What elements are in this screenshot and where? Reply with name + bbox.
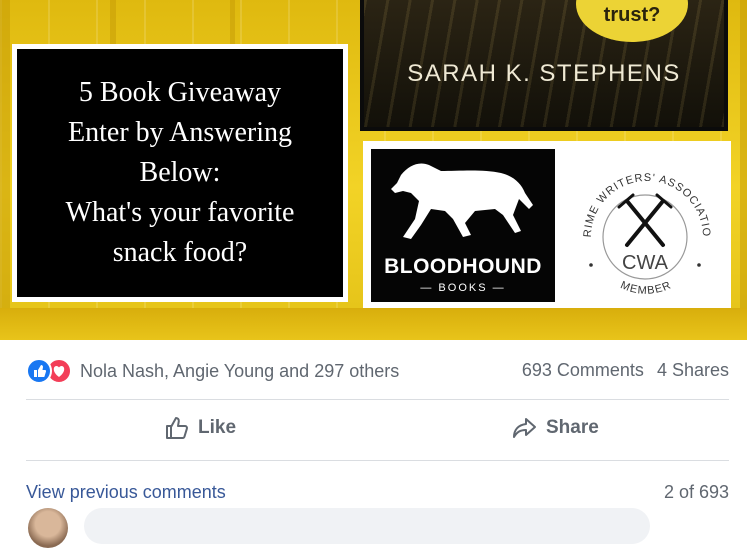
divider xyxy=(26,399,729,400)
publisher-logos: BLOODHOUND — BOOKS — CRIME WRITERS' ASSO… xyxy=(363,141,731,309)
avatar[interactable] xyxy=(28,508,68,548)
share-arrow-icon xyxy=(513,418,536,438)
shares-count[interactable]: 4 Shares xyxy=(657,360,729,380)
giveaway-line: snack food? xyxy=(112,237,248,268)
thumbs-up-icon xyxy=(166,417,188,439)
bloodhound-subtitle: — BOOKS — xyxy=(420,282,506,294)
cover-trust-text: trust? xyxy=(603,4,661,26)
comments-count[interactable]: 693 Comments xyxy=(522,360,644,380)
cwa-center-text: CWA xyxy=(622,252,669,274)
giveaway-line: Below: xyxy=(139,157,221,188)
like-button[interactable]: Like xyxy=(164,415,236,441)
divider xyxy=(26,460,729,461)
giveaway-line: Enter by Answering xyxy=(68,117,292,148)
bloodhound-logo: BLOODHOUND — BOOKS — xyxy=(371,149,555,302)
comment-page-count: 2 of 693 xyxy=(663,482,729,502)
comment-input[interactable] xyxy=(84,508,650,544)
like-icon xyxy=(26,358,52,384)
svg-text:CRIME WRITERS' ASSOCIATION: CRIME WRITERS' ASSOCIATION xyxy=(569,145,712,238)
giveaway-line: 5 Book Giveaway xyxy=(78,77,282,108)
book-author: SARAH K. STEPHENS xyxy=(407,60,681,87)
reaction-summary[interactable]: Nola Nash, Angie Young and 297 others xyxy=(26,358,399,384)
like-label: Like xyxy=(198,417,237,438)
cwa-member-logo: CRIME WRITERS' ASSOCIATION CWA MEMBER xyxy=(569,145,712,297)
share-button[interactable]: Share xyxy=(512,415,599,441)
dog-icon xyxy=(391,163,533,239)
reaction-names[interactable]: Nola Nash, Angie Young and 297 others xyxy=(80,361,399,382)
giveaway-line: What's your favorite xyxy=(65,197,295,228)
post-image[interactable]: trust? SARAH K. STEPHENS 5 Book Giveaway… xyxy=(0,0,747,340)
engagement-counts: 693 Comments 4 Shares xyxy=(522,360,729,381)
view-previous-comments-link[interactable]: View previous comments xyxy=(26,482,226,503)
cwa-arc-text: CRIME WRITERS' ASSOCIATION xyxy=(569,145,711,238)
share-label: Share xyxy=(546,417,599,438)
crossed-daggers-icon xyxy=(617,193,673,247)
bloodhound-title: BLOODHOUND xyxy=(384,255,542,278)
svg-text:MEMBER: MEMBER xyxy=(619,279,674,297)
giveaway-panel: 5 Book Giveaway Enter by Answering Below… xyxy=(12,44,348,302)
cwa-bottom-text: MEMBER xyxy=(619,279,673,297)
